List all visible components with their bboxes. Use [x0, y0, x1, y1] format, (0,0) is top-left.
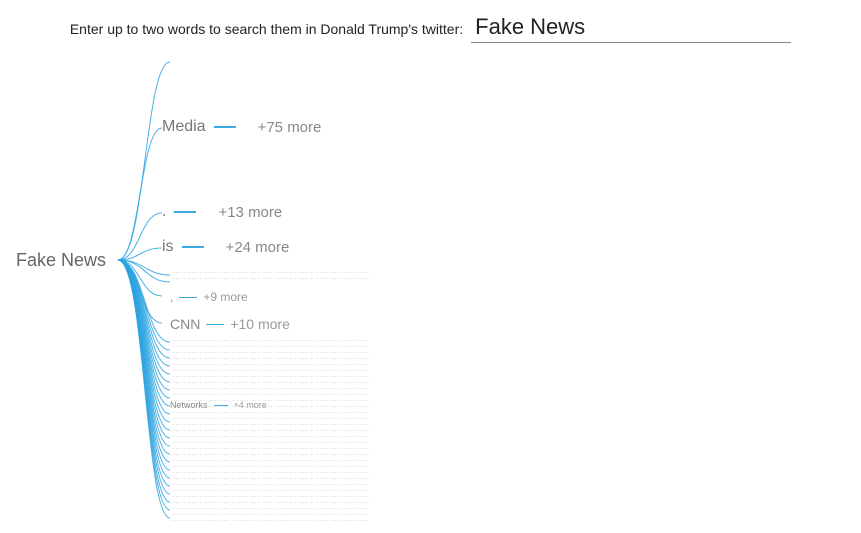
tree-leaf-row: ····· ·· ······ ··· ········ · ····· ·· …: [172, 506, 369, 512]
tree-leaf-row: ····· ·· ······ ··· ········ · ····· ·· …: [172, 374, 369, 380]
branch-comma[interactable]: , +9 more: [170, 290, 248, 304]
branch-more-label: +13 more: [218, 204, 282, 221]
tree-leaf-row: ····· ·· ······ ··· ········ · ····· ·· …: [172, 458, 369, 464]
branch-networks[interactable]: Networks +4 more: [170, 400, 267, 410]
tree-leaf-row: ····· ·· ······ ··· ········ · ····· ·· …: [172, 338, 369, 344]
branch-word: is: [162, 238, 174, 256]
tree-leaf-row: ····· ·· ······ ··· ········ · ····· ·· …: [172, 470, 369, 476]
tree-leaf-row: ····· ·· ······ ··· ········ · ····· ·· …: [172, 452, 369, 458]
tree-leaf-row: ····· ·· ······ ··· ········ · ····· ·· …: [172, 488, 369, 494]
branch-more-label: +9 more: [203, 290, 247, 304]
tree-leaf-row: ····· ·· ······ ··· ········ · ····· ·· …: [172, 512, 369, 518]
tree-leaf-row: ····· ·· ······ ··· ········ · ····· ·· …: [172, 446, 369, 452]
tree-leaf-row: ····· ·· ······ ··· ········ · ····· ·· …: [172, 350, 369, 356]
tree-leaf-row: ····· ·· ······ ··· ········ · ····· ·· …: [172, 494, 369, 500]
tree-leaf-row: ····· ·· ······ ··· ········ · ····· ·· …: [172, 500, 369, 506]
tree-leaf-row: ····· ·· ······ ··· ········ · ····· ·· …: [172, 416, 369, 422]
search-input[interactable]: [471, 14, 791, 43]
tree-leaf-row: ····· ·· ······ ··· ········ · ····· ·· …: [172, 410, 369, 416]
branch-is[interactable]: is +24 more: [162, 238, 289, 256]
branch-tick-icon: [179, 297, 197, 298]
tree-leaf-row: ····· ·· ······ ··· ········ · ····· ·· …: [172, 440, 369, 446]
tree-leaf-row: ····· ·· ······ ··· ········ · ····· ·· …: [172, 482, 369, 488]
tree-leaf-row: ····· ·· ······ ··· ········ · ····· ·· …: [172, 362, 369, 368]
tree-leaf-row: ····· ·· ······ ··· ········ · ····· ·· …: [172, 386, 369, 392]
tree-leaf-row: ····· ·· ······ ··· ········ · ····· ·· …: [172, 380, 369, 386]
tree-leaf-row: ····· ·· ······ ··· ········ · ····· ·· …: [172, 404, 369, 410]
branch-word: .: [162, 203, 166, 221]
tree-leaf-row: ····· ·· ······ ··· ········ · ····· ·· …: [172, 368, 369, 374]
tree-leaf-row: ····· ·· ······ ··· ········ · ····· ·· …: [172, 464, 369, 470]
branch-tick-icon: [214, 405, 228, 406]
tree-leaf-row: ····· ·· ······ ··· ········ · ····· ·· …: [172, 476, 369, 482]
branch-tick-icon: [182, 246, 204, 248]
search-prompt: Enter up to two words to search them in …: [70, 21, 463, 37]
tree-leaf-row: ····· ·· ······ ··· ········ · ····· ·· …: [172, 422, 369, 428]
branch-cnn[interactable]: CNN +10 more: [170, 316, 290, 332]
word-tree-visualization: Fake News Media +75 more . +13 more is +…: [0, 50, 861, 533]
branch-tick-icon: [214, 126, 236, 128]
branch-more-label: +24 more: [226, 239, 290, 256]
branch-tick-icon: [206, 324, 224, 325]
branch-more-label: +4 more: [234, 400, 267, 410]
tree-leaf-row: ····· ·· ······ ··· ········ · ····· ·· …: [172, 392, 369, 398]
branch-word: ,: [170, 290, 173, 304]
header-bar: Enter up to two words to search them in …: [0, 0, 861, 49]
tree-leaf-row: ····· ·· ······ ··· ········ · ····· ·· …: [172, 344, 369, 350]
tree-leaf-row: ····· ·· ······ ··· ········ · ····· ·· …: [172, 270, 369, 276]
tree-leaf-row: ····· ·· ······ ··· ········ · ····· ·· …: [172, 398, 369, 404]
tree-leaf-row: ····· ·· ······ ··· ········ · ····· ·· …: [172, 276, 369, 282]
branch-media[interactable]: Media +75 more: [162, 118, 321, 136]
tree-edges: [0, 50, 861, 533]
tree-leaf-row: ····· ·· ······ ··· ········ · ····· ·· …: [172, 434, 369, 440]
tree-leaf-row: ····· ·· ······ ··· ········ · ····· ·· …: [172, 518, 369, 524]
tree-leaf-row: ····· ·· ······ ··· ········ · ····· ·· …: [172, 356, 369, 362]
tree-leaf-row: ····· ·· ······ ··· ········ · ····· ·· …: [172, 428, 369, 434]
branch-word: Media: [162, 118, 206, 136]
branch-period[interactable]: . +13 more: [162, 203, 282, 221]
branch-word: CNN: [170, 316, 200, 332]
tree-root-label: Fake News: [16, 250, 106, 271]
branch-more-label: +75 more: [258, 119, 322, 136]
branch-tick-icon: [174, 211, 196, 213]
branch-more-label: +10 more: [230, 316, 290, 332]
branch-word: Networks: [170, 400, 208, 410]
